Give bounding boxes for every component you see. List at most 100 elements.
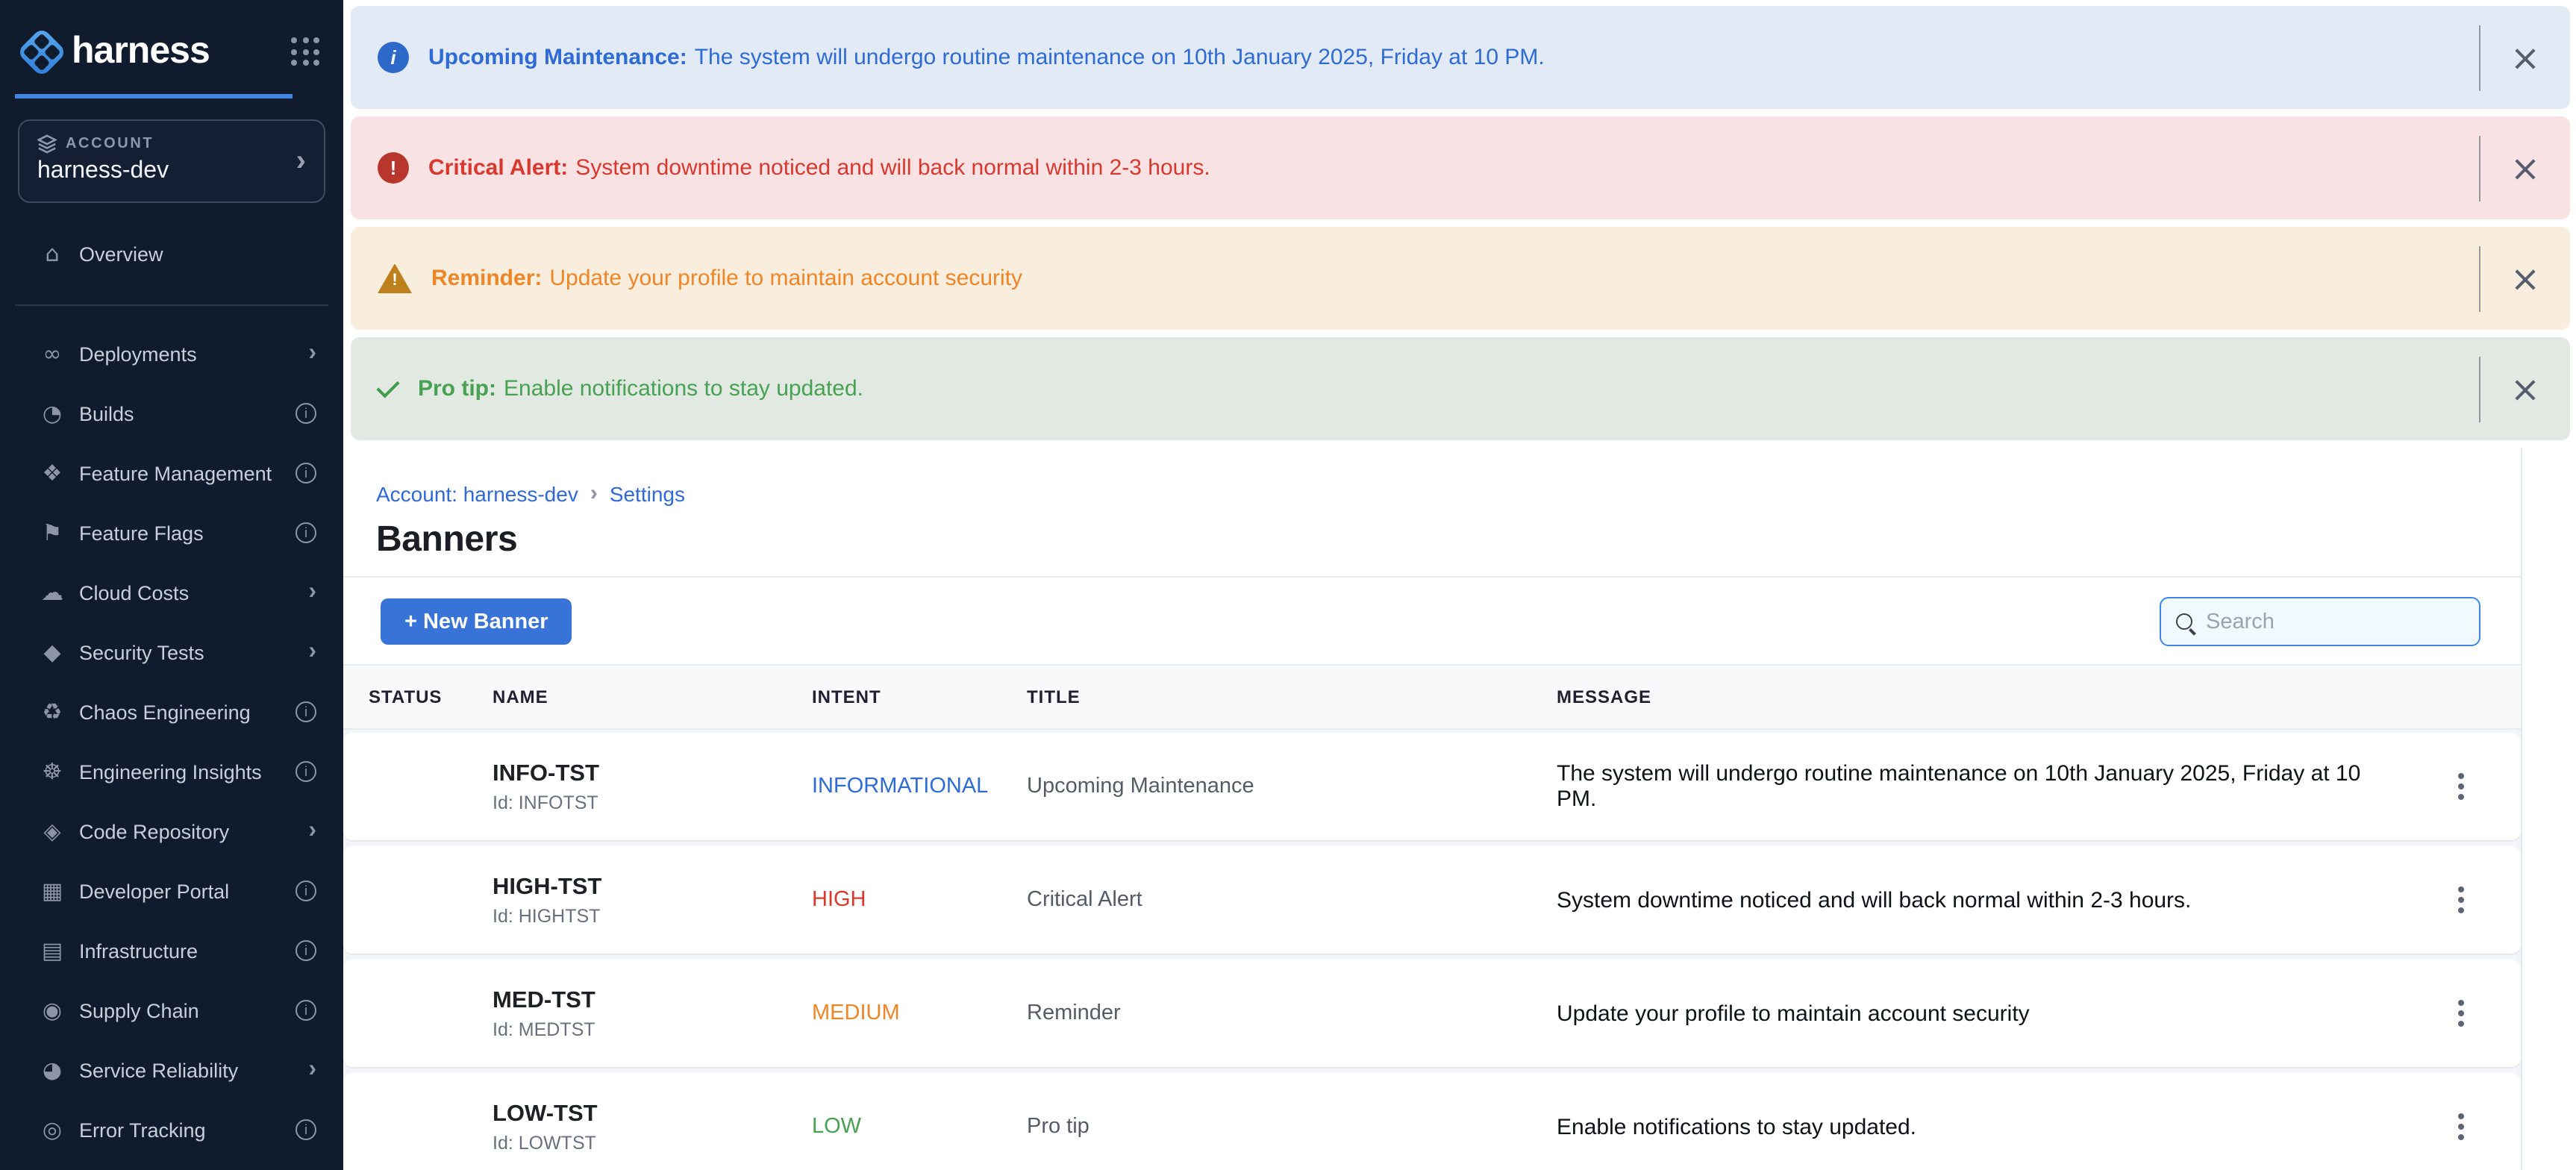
table-row[interactable]: INFO-TST Id: INFOTST INFORMATIONAL Upcom… xyxy=(343,733,2521,840)
banner-informational: i Upcoming Maintenance: The system will … xyxy=(351,6,2570,109)
column-header-name: NAME xyxy=(467,686,787,707)
check-icon xyxy=(376,374,399,397)
chevron-right-icon: › xyxy=(308,819,316,843)
kebab-menu-icon[interactable] xyxy=(2434,986,2488,1040)
search-input[interactable] xyxy=(2206,610,2445,634)
info-icon[interactable]: i xyxy=(296,522,316,543)
app-grid-icon[interactable] xyxy=(291,37,319,66)
column-header-intent: INTENT xyxy=(787,686,1001,707)
close-icon[interactable]: × xyxy=(2480,40,2570,75)
banner-title: Reminder xyxy=(1001,1001,1531,1025)
close-icon[interactable]: × xyxy=(2480,371,2570,407)
info-icon[interactable]: i xyxy=(296,940,316,961)
intent-badge: HIGH xyxy=(787,888,1001,912)
sidebar-item-developer-portal[interactable]: ▦ Developer Portal i xyxy=(0,861,343,921)
sidebar-item-feature-management[interactable]: ❖ Feature Management i xyxy=(0,443,343,503)
banner-id: Id: LOWTST xyxy=(493,1132,787,1153)
table-header: STATUS NAME INTENT TITLE MESSAGE xyxy=(343,666,2521,730)
banner-name: HIGH-TST xyxy=(493,874,787,901)
sidebar-item-supply-chain[interactable]: ◉ Supply Chain i xyxy=(0,980,343,1040)
new-banner-button[interactable]: + New Banner xyxy=(381,598,572,645)
sidebar-item-error-tracking[interactable]: ◎ Error Tracking i xyxy=(0,1100,343,1160)
banner-name: LOW-TST xyxy=(493,1101,787,1127)
account-label: ACCOUNT xyxy=(66,136,154,152)
sidebar-item-label: Deployments xyxy=(79,342,197,365)
banner-message: Enable notifications to stay updated. xyxy=(504,376,863,401)
sidebar-item-label: Cloud Costs xyxy=(79,581,189,604)
logo-text: harness xyxy=(72,30,210,73)
sidebar-item-builds[interactable]: ◔ Builds i xyxy=(0,384,343,443)
banner-critical: ! Critical Alert: System downtime notice… xyxy=(351,116,2570,219)
chevron-right-icon: › xyxy=(308,342,316,366)
engineering-insights-icon: ☸ xyxy=(39,758,66,785)
banner-message-cell: Update your profile to maintain account … xyxy=(1531,1001,2401,1026)
sidebar-modules: ∞ Deployments › ◔ Builds i ❖ Feature Man… xyxy=(0,324,343,1160)
banner-title: Pro tip xyxy=(1001,1115,1531,1139)
cloud-costs-icon: ☁ xyxy=(39,579,66,606)
info-icon[interactable]: i xyxy=(296,1119,316,1140)
close-icon[interactable]: × xyxy=(2480,150,2570,186)
feature-flags-icon: ⚑ xyxy=(39,519,66,546)
feature-management-icon: ❖ xyxy=(39,460,66,487)
banner-label: Pro tip: xyxy=(418,376,496,401)
info-icon[interactable]: i xyxy=(296,701,316,722)
alert-banners: i Upcoming Maintenance: The system will … xyxy=(351,6,2570,448)
info-icon[interactable]: i xyxy=(296,1000,316,1021)
content-panel: Account: harness-dev › Settings Banners … xyxy=(343,448,2522,1170)
intent-badge: MEDIUM xyxy=(787,1001,1001,1025)
sidebar-item-label: Feature Management xyxy=(79,462,272,484)
info-icon[interactable]: i xyxy=(296,403,316,424)
sidebar-item-infrastructure[interactable]: ▤ Infrastructure i xyxy=(0,921,343,980)
sidebar-item-code-repository[interactable]: ◈ Code Repository › xyxy=(0,801,343,861)
table-row[interactable]: LOW-TST Id: LOWTST LOW Pro tip Enable no… xyxy=(343,1073,2521,1170)
deployments-icon: ∞ xyxy=(39,340,66,367)
sidebar-item-feature-flags[interactable]: ⚑ Feature Flags i xyxy=(0,503,343,563)
home-icon: ⌂ xyxy=(39,240,66,267)
warning-triangle-icon: ! xyxy=(378,263,412,293)
service-reliability-icon: ◕ xyxy=(39,1057,66,1083)
kebab-menu-icon[interactable] xyxy=(2434,1100,2488,1154)
breadcrumb-settings-link[interactable]: Settings xyxy=(610,481,685,505)
security-tests-icon: ◆ xyxy=(39,639,66,666)
kebab-menu-icon[interactable] xyxy=(2434,760,2488,813)
sidebar-item-cloud-costs[interactable]: ☁ Cloud Costs › xyxy=(0,563,343,622)
banner-divider xyxy=(2479,245,2480,311)
infrastructure-icon: ▤ xyxy=(39,937,66,964)
account-label-row: ACCOUNT xyxy=(37,134,306,154)
sidebar-item-deployments[interactable]: ∞ Deployments › xyxy=(0,324,343,384)
search-icon xyxy=(2176,613,2192,630)
logo-row: harness xyxy=(0,0,343,73)
column-header-message: MESSAGE xyxy=(1531,686,2401,707)
code-repository-icon: ◈ xyxy=(39,818,66,845)
sidebar-item-label: Code Repository xyxy=(79,820,229,842)
column-header-status: STATUS xyxy=(343,686,467,707)
close-icon[interactable]: × xyxy=(2480,260,2570,296)
breadcrumb-account-link[interactable]: Account: harness-dev xyxy=(376,481,578,505)
account-selector[interactable]: ACCOUNT harness-dev › xyxy=(18,119,325,203)
logo-underline xyxy=(15,94,293,98)
banner-id: Id: MEDTST xyxy=(493,1019,787,1039)
sidebar-item-label: Service Reliability xyxy=(79,1059,238,1081)
main-area: i Upcoming Maintenance: The system will … xyxy=(343,0,2576,1170)
sidebar-item-label: Infrastructure xyxy=(79,939,198,962)
error-tracking-icon: ◎ xyxy=(39,1116,66,1143)
sidebar-item-engineering-insights[interactable]: ☸ Engineering Insights i xyxy=(0,742,343,801)
banner-label: Reminder: xyxy=(431,266,542,291)
builds-icon: ◔ xyxy=(39,400,66,427)
table-row[interactable]: HIGH-TST Id: HIGHTST HIGH Critical Alert… xyxy=(343,846,2521,954)
sidebar-item-chaos-engineering[interactable]: ♻ Chaos Engineering i xyxy=(0,682,343,742)
info-icon[interactable]: i xyxy=(296,463,316,484)
sidebar-item-service-reliability[interactable]: ◕ Service Reliability › xyxy=(0,1040,343,1100)
sidebar-item-overview[interactable]: ⌂ Overview xyxy=(0,224,343,284)
info-icon[interactable]: i xyxy=(296,761,316,782)
supply-chain-icon: ◉ xyxy=(39,997,66,1024)
kebab-menu-icon[interactable] xyxy=(2434,873,2488,927)
banner-message: System downtime noticed and will back no… xyxy=(575,155,1210,181)
banner-title: Upcoming Maintenance xyxy=(1001,775,1531,798)
sidebar-item-security-tests[interactable]: ◆ Security Tests › xyxy=(0,622,343,682)
table-row[interactable]: MED-TST Id: MEDTST MEDIUM Reminder Updat… xyxy=(343,960,2521,1067)
sidebar-item-label: Engineering Insights xyxy=(79,760,262,783)
banner-id: Id: HIGHTST xyxy=(493,905,787,926)
banner-label: Critical Alert: xyxy=(428,155,568,181)
info-icon[interactable]: i xyxy=(296,880,316,901)
